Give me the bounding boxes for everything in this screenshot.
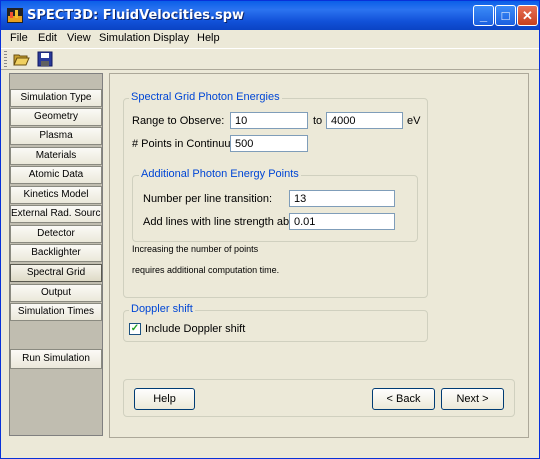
doppler-checkbox-label: Include Doppler shift bbox=[145, 323, 246, 335]
close-icon: ✕ bbox=[522, 8, 533, 23]
maximize-icon: □ bbox=[501, 8, 510, 23]
sidebar-item-backlighter[interactable]: Backlighter bbox=[10, 244, 102, 262]
sidebar-item-materials[interactable]: Materials bbox=[10, 147, 102, 165]
sidebar-item-output[interactable]: Output bbox=[10, 284, 102, 302]
help-button[interactable]: Help bbox=[134, 388, 195, 410]
range-to-input[interactable]: 4000 bbox=[326, 112, 403, 129]
app-window: SPECT3D: FluidVelocities.spw _ □ ✕ File … bbox=[0, 0, 540, 459]
additional-points-group bbox=[132, 175, 418, 242]
menu-edit[interactable]: Edit bbox=[38, 32, 57, 44]
to-label: to bbox=[313, 115, 323, 127]
note-line-2: requires additional computation time. bbox=[132, 265, 280, 275]
doppler-group-title: Doppler shift bbox=[129, 303, 195, 315]
strength-label: Add lines with line strength above: bbox=[143, 216, 310, 228]
menu-display[interactable]: Display bbox=[153, 32, 189, 44]
points-label: # Points in Continuum: bbox=[132, 138, 243, 150]
menu-simulation[interactable]: Simulation bbox=[99, 32, 150, 44]
spectral-grid-group-title: Spectral Grid Photon Energies bbox=[129, 91, 282, 103]
sidebar-item-detector[interactable]: Detector bbox=[10, 225, 102, 243]
range-from-input[interactable]: 10 bbox=[230, 112, 308, 129]
additional-points-group-title: Additional Photon Energy Points bbox=[139, 168, 301, 180]
content-panel: Spectral Grid Photon Energies Range to O… bbox=[109, 73, 529, 438]
check-icon: ✓ bbox=[130, 323, 140, 334]
per-line-input[interactable]: 13 bbox=[289, 190, 395, 207]
strength-input[interactable]: 0.01 bbox=[289, 213, 395, 230]
doppler-checkbox[interactable]: ✓ bbox=[129, 323, 141, 335]
menu-bar: File Edit View Simulation Display Help bbox=[1, 30, 539, 48]
points-input[interactable]: 500 bbox=[230, 135, 308, 152]
close-button[interactable]: ✕ bbox=[517, 5, 538, 26]
save-icon[interactable] bbox=[37, 51, 53, 67]
sidebar-item-simulation-times[interactable]: Simulation Times bbox=[10, 303, 102, 321]
maximize-button[interactable]: □ bbox=[495, 5, 516, 26]
sidebar-item-kinetics-model[interactable]: Kinetics Model bbox=[10, 186, 102, 204]
title-bar: SPECT3D: FluidVelocities.spw _ □ ✕ bbox=[1, 1, 539, 30]
note-line-1: Increasing the number of points bbox=[132, 244, 259, 254]
minimize-button[interactable]: _ bbox=[473, 5, 494, 26]
ev-unit-label: eV bbox=[407, 115, 421, 127]
minimize-icon: _ bbox=[479, 8, 488, 23]
wizard-sidebar: Simulation Type Geometry Plasma Material… bbox=[9, 73, 103, 436]
next-button[interactable]: Next > bbox=[441, 388, 504, 410]
range-label: Range to Observe: bbox=[132, 115, 225, 127]
sidebar-item-geometry[interactable]: Geometry bbox=[10, 108, 102, 126]
sidebar-item-plasma[interactable]: Plasma bbox=[10, 127, 102, 145]
back-button[interactable]: < Back bbox=[372, 388, 435, 410]
menu-file[interactable]: File bbox=[10, 32, 28, 44]
menu-view[interactable]: View bbox=[67, 32, 91, 44]
toolbar bbox=[1, 48, 539, 70]
app-icon bbox=[7, 8, 23, 23]
sidebar-item-atomic-data[interactable]: Atomic Data bbox=[10, 166, 102, 184]
per-line-label: Number per line transition: bbox=[143, 193, 273, 205]
toolbar-grip bbox=[4, 51, 7, 67]
sidebar-item-simulation-type[interactable]: Simulation Type bbox=[10, 89, 102, 107]
sidebar-item-external-rad-source[interactable]: External Rad. Source bbox=[10, 205, 102, 223]
menu-help[interactable]: Help bbox=[197, 32, 220, 44]
window-title: SPECT3D: FluidVelocities.spw bbox=[27, 8, 245, 23]
open-folder-icon[interactable] bbox=[13, 51, 30, 67]
run-simulation-button[interactable]: Run Simulation bbox=[10, 349, 102, 369]
sidebar-item-spectral-grid[interactable]: Spectral Grid bbox=[10, 264, 102, 282]
